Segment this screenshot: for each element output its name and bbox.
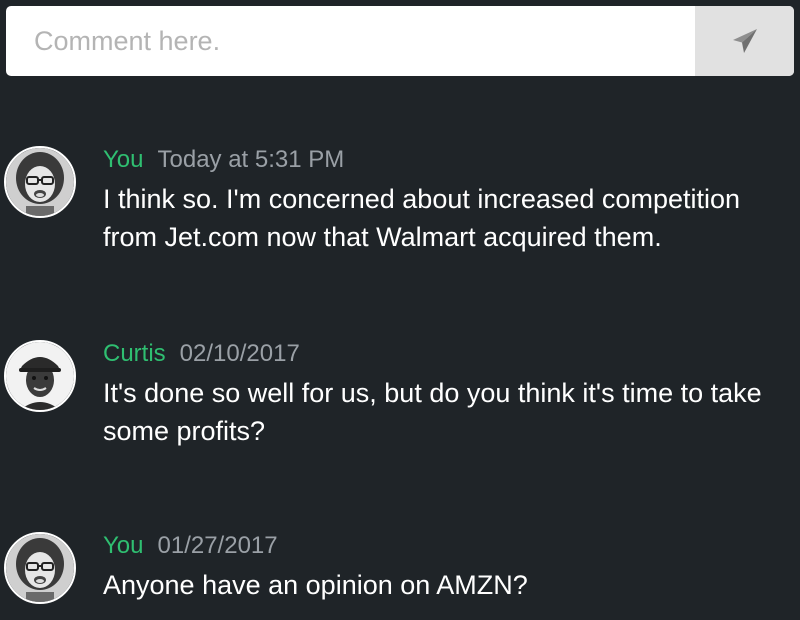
comment-item: You Today at 5:31 PM I think so. I'm conc… bbox=[0, 146, 800, 252]
avatar-woman-glasses-icon bbox=[6, 534, 74, 602]
comment-timestamp: 01/27/2017 bbox=[157, 532, 278, 559]
comment-input[interactable] bbox=[6, 6, 695, 76]
comment-timestamp: Today at 5:31 PM bbox=[157, 146, 345, 173]
send-button[interactable] bbox=[695, 6, 794, 76]
comment-timestamp: 02/10/2017 bbox=[179, 340, 300, 367]
comment-text: I think so. I'm concerned about increase… bbox=[103, 184, 741, 252]
comment-text: It's done so well for us, but do you thi… bbox=[103, 378, 762, 446]
comment-composer bbox=[6, 6, 794, 76]
paper-plane-icon bbox=[732, 29, 757, 53]
avatar[interactable] bbox=[4, 146, 76, 218]
comment-author[interactable]: You bbox=[103, 146, 144, 173]
comment-text: Anyone have an opinion on AMZN? bbox=[103, 570, 528, 600]
comment-item: You 01/27/2017 Anyone have an opinion on … bbox=[0, 532, 800, 612]
avatar[interactable] bbox=[4, 340, 76, 412]
comment-author[interactable]: You bbox=[103, 532, 144, 559]
comment-author[interactable]: Curtis bbox=[103, 340, 166, 367]
avatar-man-cap-icon bbox=[6, 342, 74, 410]
avatar-woman-glasses-icon bbox=[6, 148, 74, 216]
comment-meta: You 01/27/2017 bbox=[103, 532, 278, 560]
comment-item: Curtis 02/10/2017 It's done so well for u… bbox=[0, 340, 800, 446]
avatar[interactable] bbox=[4, 532, 76, 604]
comment-meta: Curtis 02/10/2017 bbox=[103, 340, 300, 368]
comment-meta: You Today at 5:31 PM bbox=[103, 146, 344, 174]
